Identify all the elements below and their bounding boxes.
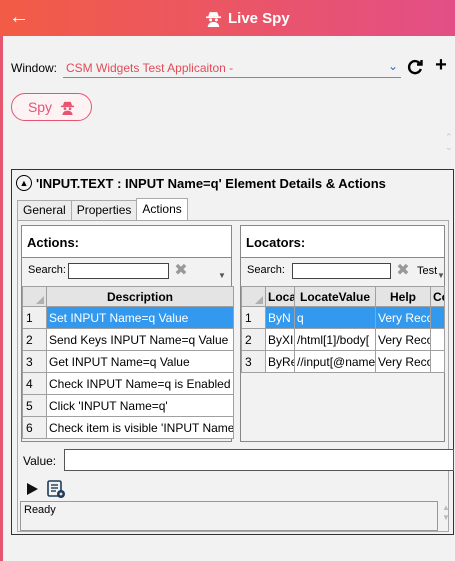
table-row[interactable]: 1 ByN q Very Reco <box>241 306 445 329</box>
column-header-description[interactable]: Description <box>46 286 234 307</box>
tab-strip: General Properties Actions <box>17 198 188 220</box>
locators-pane: Locators: Search: ✖ Test ▼ Loca LocateVa… <box>240 225 445 442</box>
table-row[interactable]: 1 Set INPUT Name=q Value <box>22 306 234 329</box>
play-icon[interactable] <box>24 481 40 497</box>
table-row[interactable]: 2 Send Keys INPUT Name=q Value <box>22 328 234 351</box>
spy-button-label: Spy <box>27 99 53 115</box>
action-description[interactable]: Set INPUT Name=q Value <box>46 306 234 329</box>
table-row[interactable]: 3 ByRe //input[@name Very Reco <box>241 350 445 373</box>
actions-grid: Description 1 Set INPUT Name=q Value 2 S… <box>22 286 234 439</box>
action-description[interactable]: Check INPUT Name=q is Enabled <box>46 372 234 395</box>
help-cell[interactable]: Very Reco <box>375 328 431 351</box>
locators-search-label: Search: <box>247 264 285 276</box>
row-number: 3 <box>22 350 47 373</box>
grid-header-row: Loca LocateValue Help Coun <box>241 286 445 307</box>
action-description[interactable]: Click 'INPUT Name=q' <box>46 394 234 417</box>
value-input[interactable] <box>64 449 454 471</box>
table-row[interactable]: 2 ByXI /html[1]/body[ Very Reco <box>241 328 445 351</box>
table-row[interactable]: 4 Check INPUT Name=q is Enabled <box>22 372 234 395</box>
row-number: 4 <box>22 372 47 395</box>
help-cell[interactable]: Very Reco <box>375 350 431 373</box>
panel-title: 'INPUT.TEXT : INPUT Name=q' Element Deta… <box>36 175 386 191</box>
title-group: Live Spy <box>205 8 290 28</box>
count-cell[interactable] <box>430 328 445 351</box>
title-bar: ← Live Spy <box>0 0 455 36</box>
action-description[interactable]: Send Keys INPUT Name=q Value <box>46 328 234 351</box>
locators-search-input[interactable] <box>292 263 391 279</box>
spy-agent-icon <box>61 101 75 115</box>
collapse-chevron-up-icon[interactable]: ▲ <box>16 175 32 191</box>
row-number: 1 <box>22 306 47 329</box>
row-number: 2 <box>22 328 47 351</box>
grid-header-row: Description <box>22 286 234 307</box>
side-scrollbar[interactable]: ⌃ ⌄ <box>445 132 453 152</box>
chevron-down-icon: ⌄ <box>387 59 398 73</box>
actions-tab-body: Actions: Search: ✖ ▼ Description 1 Set I… <box>17 220 454 532</box>
locator-type-cell[interactable]: ByXI <box>265 328 295 351</box>
status-scrollbar[interactable]: ▲ ▼ <box>442 503 450 523</box>
status-text: Ready <box>24 504 56 516</box>
locate-value-cell[interactable]: /html[1]/body[ <box>294 328 376 351</box>
script-list-icon[interactable] <box>46 479 66 499</box>
actions-heading: Actions: <box>22 226 231 258</box>
sort-icon[interactable]: ▼ <box>437 271 445 280</box>
status-box: Ready <box>20 501 438 531</box>
action-description[interactable]: Get INPUT Name=q Value <box>46 350 234 373</box>
row-number: 3 <box>241 350 266 373</box>
column-header-locatevalue[interactable]: LocateValue <box>294 286 376 307</box>
row-number: 5 <box>22 394 47 417</box>
window-dropdown[interactable]: CSM Widgets Test Applicaiton - ⌄ <box>63 58 401 78</box>
grid-corner[interactable] <box>22 286 47 307</box>
locators-heading: Locators: <box>241 226 444 258</box>
column-header-count[interactable]: Coun <box>430 286 445 307</box>
actions-pane: Actions: Search: ✖ ▼ Description 1 Set I… <box>21 225 234 442</box>
locate-value-cell[interactable]: q <box>294 306 376 329</box>
window-label: Window: <box>11 61 58 75</box>
locator-type-cell[interactable]: ByRe <box>265 350 295 373</box>
column-header-locator[interactable]: Loca <box>265 286 295 307</box>
table-row[interactable]: 5 Click 'INPUT Name=q' <box>22 394 234 417</box>
actions-searchbar: Search: ✖ ▼ <box>22 258 231 286</box>
row-number: 6 <box>22 416 47 439</box>
row-number: 2 <box>241 328 266 351</box>
panel-header: ▲ 'INPUT.TEXT : INPUT Name=q' Element De… <box>16 175 386 191</box>
tab-actions[interactable]: Actions <box>136 198 188 220</box>
locators-grid: Loca LocateValue Help Coun 1 ByN q Very … <box>241 286 445 373</box>
action-description[interactable]: Check item is visible 'INPUT Name <box>46 416 234 439</box>
actions-search-input[interactable] <box>68 263 169 279</box>
sort-icon[interactable]: ▼ <box>218 271 226 280</box>
back-arrow-icon[interactable]: ← <box>8 5 30 29</box>
test-button[interactable]: Test <box>417 265 437 277</box>
table-row[interactable]: 3 Get INPUT Name=q Value <box>22 350 234 373</box>
refresh-icon[interactable] <box>405 56 425 78</box>
tab-general[interactable]: General <box>17 200 72 220</box>
element-details-panel: ▲ 'INPUT.TEXT : INPUT Name=q' Element De… <box>11 169 454 535</box>
table-row[interactable]: 6 Check item is visible 'INPUT Name <box>22 416 234 439</box>
main-window: Window: CSM Widgets Test Applicaiton - ⌄… <box>0 36 455 561</box>
grid-corner[interactable] <box>241 286 266 307</box>
tab-properties[interactable]: Properties <box>70 200 138 220</box>
column-header-help[interactable]: Help <box>375 286 431 307</box>
help-cell[interactable]: Very Reco <box>375 306 431 329</box>
actions-search-label: Search: <box>28 264 66 276</box>
value-row: Value: <box>23 449 454 471</box>
window-dropdown-value: CSM Widgets Test Applicaiton - <box>66 61 234 75</box>
locators-searchbar: Search: ✖ Test ▼ <box>241 258 445 286</box>
app-title: Live Spy <box>228 9 290 27</box>
row-number: 1 <box>241 306 266 329</box>
locator-type-cell[interactable]: ByN <box>265 306 295 329</box>
spy-agent-icon <box>206 11 221 27</box>
value-label: Value: <box>23 454 57 468</box>
add-icon[interactable]: + <box>431 54 451 76</box>
clear-search-icon[interactable]: ✖ <box>395 262 411 280</box>
count-cell[interactable] <box>430 306 445 329</box>
locate-value-cell[interactable]: //input[@name <box>294 350 376 373</box>
count-cell[interactable] <box>430 350 445 373</box>
spy-button[interactable]: Spy <box>11 93 92 121</box>
clear-search-icon[interactable]: ✖ <box>173 262 189 280</box>
